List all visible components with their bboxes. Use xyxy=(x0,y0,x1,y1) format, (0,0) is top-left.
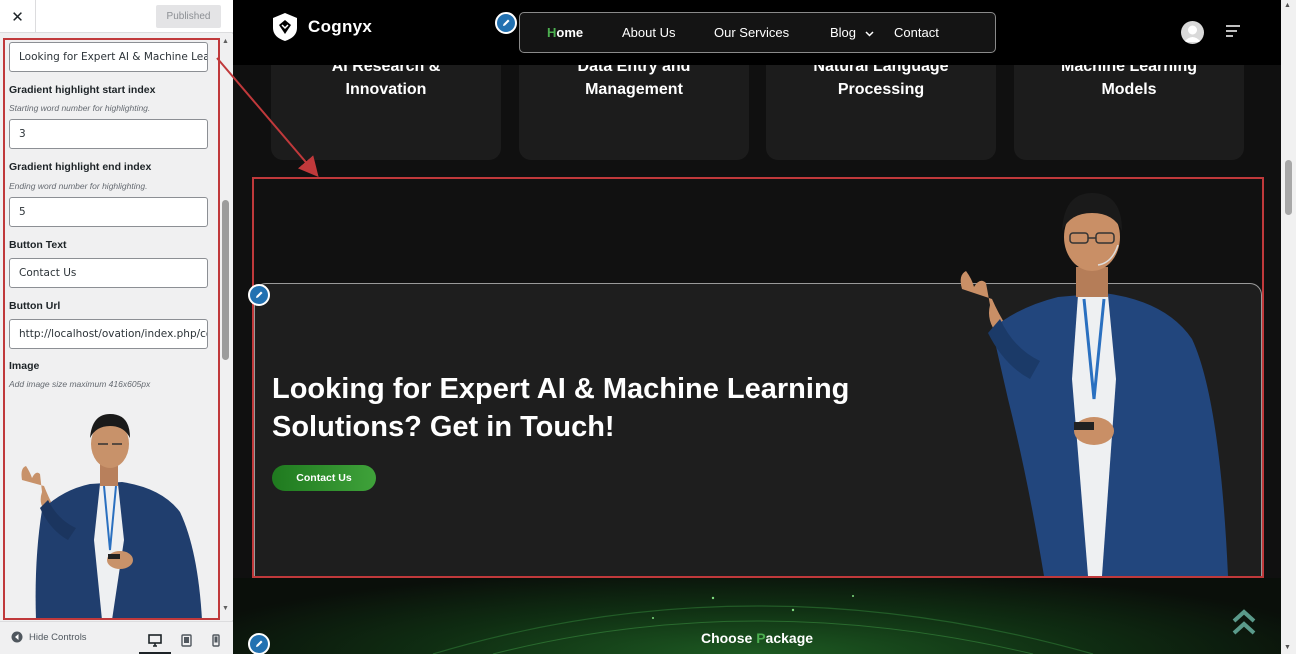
section-controls-panel: Looking for Expert AI & Machine Learn Gr… xyxy=(0,34,219,620)
customizer-header: ✕ Published xyxy=(0,0,233,33)
main-navigation: Home About Us Our Services Blog Contact xyxy=(519,12,996,53)
nav-item-home[interactable]: Home xyxy=(547,25,583,40)
gradient-end-label: Gradient highlight end index xyxy=(9,161,152,173)
pencil-icon xyxy=(256,291,263,298)
cta-heading: Looking for Expert AI & Machine Learning… xyxy=(272,373,850,443)
pricing-section: Choose Package xyxy=(233,578,1281,654)
tablet-icon xyxy=(180,633,192,647)
mobile-icon xyxy=(212,633,220,647)
preview-mobile-button[interactable] xyxy=(205,629,227,651)
preview-tablet-button[interactable] xyxy=(175,629,197,651)
brand-name: Cognyx xyxy=(308,17,373,36)
image-preview-thumbnail[interactable] xyxy=(12,400,207,620)
gradient-end-input[interactable]: 5 xyxy=(9,197,208,227)
desktop-icon xyxy=(148,633,162,647)
hide-controls-button[interactable]: Hide Controls xyxy=(11,631,87,643)
site-header: Cognyx Home About Us Our Services Blog C… xyxy=(233,0,1281,65)
site-logo[interactable]: Cognyx xyxy=(271,12,372,42)
pencil-icon xyxy=(256,640,263,647)
preview-scroll-thumb[interactable] xyxy=(1285,160,1292,215)
button-url-label: Button Url xyxy=(9,300,61,312)
chevron-down-icon xyxy=(865,31,874,37)
cta-speaker-image xyxy=(960,193,1228,576)
image-size-description: Add image size maximum 416x605px xyxy=(9,379,151,389)
close-icon: ✕ xyxy=(11,8,24,26)
contact-us-button[interactable]: Contact Us xyxy=(272,465,376,491)
edit-shortcut-pricing-button[interactable] xyxy=(248,633,270,654)
gradient-start-input[interactable]: 3 xyxy=(9,119,208,149)
button-url-input[interactable]: http://localhost/ovation/index.php/co xyxy=(9,319,208,349)
scroll-up-arrow-icon[interactable]: ▲ xyxy=(222,38,229,45)
nav-item-blog[interactable]: Blog xyxy=(830,25,874,40)
edit-shortcut-header-button[interactable] xyxy=(495,12,517,34)
edit-shortcut-cta-button[interactable] xyxy=(248,284,270,306)
scroll-down-arrow-icon[interactable]: ▼ xyxy=(222,605,229,612)
preview-desktop-button[interactable] xyxy=(139,629,171,654)
offcanvas-menu-icon[interactable] xyxy=(1226,25,1240,37)
back-to-top-icon[interactable] xyxy=(1231,608,1257,638)
cta-section: Looking for Expert AI & Machine Learning… xyxy=(254,179,1262,577)
nav-item-about-us[interactable]: About Us xyxy=(622,25,675,40)
customizer-sidebar: ✕ Published Looking for Expert AI & Mach… xyxy=(0,0,233,654)
customizer-footer: Hide Controls xyxy=(0,621,233,654)
gradient-end-description: Ending word number for highlighting. xyxy=(9,181,148,191)
site-preview: AI Research & Innovation Data Entry and Ma… xyxy=(233,0,1281,654)
gradient-start-label: Gradient highlight start index xyxy=(9,84,156,96)
hide-controls-label: Hide Controls xyxy=(29,631,87,643)
choose-package-heading: Choose Package xyxy=(700,630,814,646)
button-text-label: Button Text xyxy=(9,239,67,251)
image-label: Image xyxy=(9,360,40,372)
gradient-start-description: Starting word number for highlighting. xyxy=(9,103,151,113)
avatar-placeholder-icon xyxy=(1184,25,1201,42)
collapse-arrow-icon xyxy=(11,631,23,643)
brand-shield-icon xyxy=(273,13,297,41)
nav-item-contact[interactable]: Contact xyxy=(894,25,939,40)
pencil-icon xyxy=(503,19,510,26)
preview-scroll-up-icon[interactable]: ▲ xyxy=(1284,2,1291,9)
sidebar-scroll-thumb[interactable] xyxy=(222,200,229,360)
close-customizer-button[interactable]: ✕ xyxy=(0,0,36,33)
preview-scrollbar[interactable] xyxy=(1281,0,1296,654)
user-avatar[interactable] xyxy=(1181,21,1204,44)
button-text-input[interactable]: Contact Us xyxy=(9,258,208,288)
preview-scroll-down-icon[interactable]: ▼ xyxy=(1284,644,1291,651)
title-text-input[interactable]: Looking for Expert AI & Machine Learn xyxy=(9,42,208,72)
publish-status-button: Published xyxy=(156,5,221,28)
nav-item-our-services[interactable]: Our Services xyxy=(714,25,789,40)
